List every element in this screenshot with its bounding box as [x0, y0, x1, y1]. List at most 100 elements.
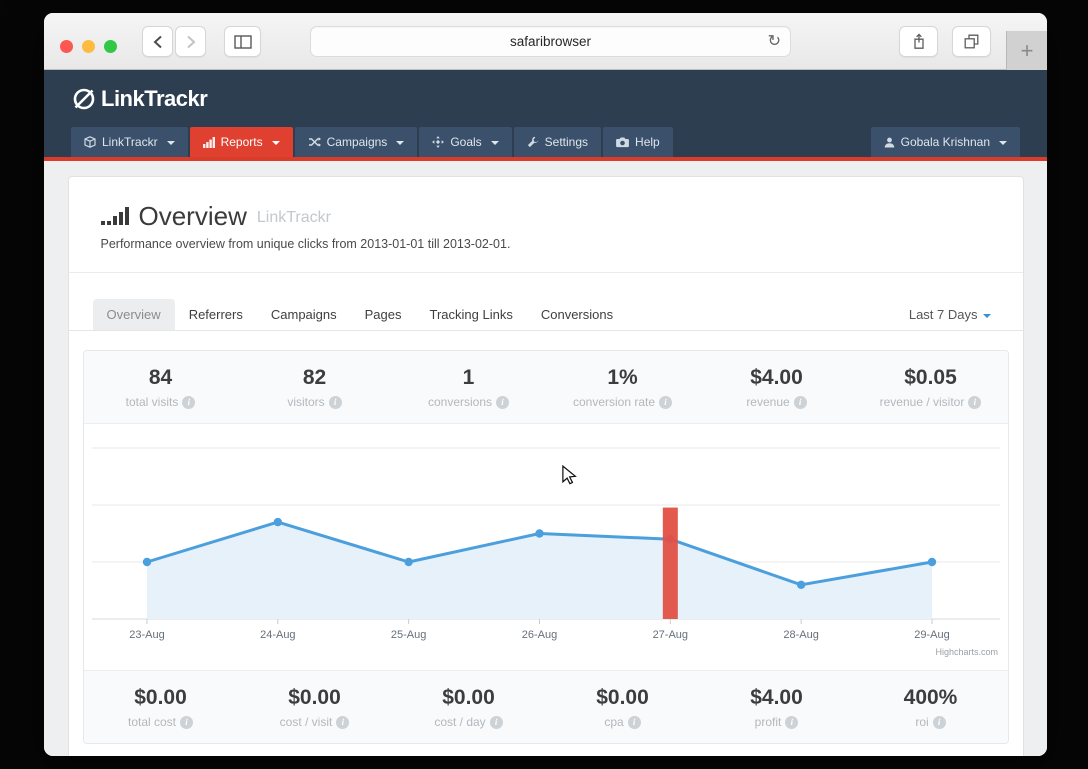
stat-value: $4.00 — [750, 686, 803, 709]
nav-item-help[interactable]: Help — [603, 127, 673, 157]
stat-profit: $4.00 profit i — [700, 686, 854, 729]
nav-item-label: Reports — [220, 135, 263, 149]
stat-label: total visits — [125, 395, 179, 409]
tab-referrers[interactable]: Referrers — [175, 299, 257, 330]
stat-value: 1 — [462, 366, 475, 389]
app-header: LinkTrackr — [44, 70, 1047, 127]
chevron-down-icon — [271, 141, 280, 145]
x-axis-label: 29-Aug — [914, 629, 949, 641]
minimize-window-button[interactable] — [82, 40, 95, 53]
info-icon[interactable]: i — [627, 715, 641, 729]
linktrackr-logo[interactable]: LinkTrackr — [71, 85, 208, 112]
share-icon — [913, 33, 924, 49]
stats-panel: 84 total visits i 82 visitors i 1 conversions i 1… — [82, 350, 1009, 744]
nav-item-linktrackr[interactable]: LinkTrackr — [71, 127, 188, 157]
stat-value: $0.00 — [596, 686, 649, 709]
zoom-window-button[interactable] — [104, 40, 117, 53]
plus-icon: + — [1020, 37, 1034, 63]
stat-label: roi — [915, 715, 929, 729]
tab-campaigns[interactable]: Campaigns — [257, 299, 351, 330]
nav-item-label: Help — [635, 135, 660, 149]
goals-icon — [432, 136, 445, 148]
stat-cost-day: $0.00 cost / day i — [392, 686, 546, 729]
tab-pages[interactable]: Pages — [351, 299, 416, 330]
share-button[interactable] — [899, 26, 938, 57]
info-icon[interactable]: i — [932, 715, 946, 729]
stat-value: $0.00 — [288, 686, 341, 709]
tabs-icon — [964, 34, 979, 49]
close-window-button[interactable] — [60, 40, 73, 53]
stat-label: conversions — [427, 395, 493, 409]
tab-overview-button[interactable] — [952, 26, 991, 57]
stat-label: cost / day — [434, 715, 486, 729]
stat-value: 1% — [607, 366, 638, 389]
info-icon[interactable]: i — [489, 715, 503, 729]
tab-bar: Overview Referrers Campaigns Pages Tracking … — [68, 273, 1023, 331]
nav-item-goals[interactable]: Goals — [419, 127, 512, 157]
logo-text: LinkTrackr — [101, 85, 208, 111]
info-icon[interactable]: i — [328, 395, 342, 409]
stat-label: cpa — [604, 715, 624, 729]
highcharts-credit[interactable]: Highcharts.com — [935, 647, 998, 657]
bar-chart-icon — [100, 207, 129, 229]
visits-chart: 23-Aug 24-Aug 25-Aug 26-Aug 27-Aug 28-Aug 29-A… — [83, 424, 1008, 670]
stat-conversion-rate: 1% conversion rate i — [546, 366, 700, 409]
stat-value: 400% — [903, 686, 958, 709]
tab-tracking-links[interactable]: Tracking Links — [416, 299, 527, 330]
x-axis-label: 24-Aug — [260, 629, 295, 641]
stat-revenue: $4.00 revenue i — [700, 366, 854, 409]
user-menu-label: Gobala Krishnan — [900, 135, 990, 149]
stats-row-bottom: $0.00 total cost i $0.00 cost / visit i $0.00 c… — [83, 670, 1008, 743]
info-icon[interactable]: i — [182, 395, 196, 409]
info-icon[interactable]: i — [180, 715, 194, 729]
stat-value: 82 — [302, 366, 327, 389]
shuffle-icon — [308, 136, 321, 148]
sidebar-toggle-button[interactable] — [224, 26, 261, 57]
stat-revenue-visitor: $0.05 revenue / visitor i — [854, 366, 1008, 409]
page-title: Overview — [138, 201, 247, 231]
user-menu[interactable]: Gobala Krishnan — [870, 127, 1020, 157]
nav-item-reports[interactable]: Reports — [189, 127, 293, 157]
chevron-down-icon — [490, 141, 499, 145]
chevron-down-icon — [166, 141, 175, 145]
reload-icon[interactable]: ↻ — [768, 31, 781, 51]
address-bar-text: safaribrowser — [509, 34, 592, 49]
forward-button[interactable] — [175, 26, 206, 57]
nav-item-campaigns[interactable]: Campaigns — [294, 127, 418, 157]
page-title-suffix: LinkTrackr — [256, 209, 331, 226]
stat-roi: 400% roi i — [854, 686, 1008, 729]
desktop-background: safaribrowser ↻ + LinkTrackr LinkTrackr … — [0, 0, 1088, 769]
new-tab-button[interactable]: + — [1006, 31, 1047, 70]
stat-cost-visit: $0.00 cost / visit i — [238, 686, 392, 729]
nav-item-label: Settings — [544, 135, 589, 149]
chevron-down-icon — [982, 313, 991, 318]
sidebar-icon — [233, 34, 252, 49]
x-axis-label: 26-Aug — [521, 629, 556, 641]
main-nav: LinkTrackr Reports Campaigns Goals Settings H… — [44, 127, 1047, 161]
chevron-down-icon — [396, 141, 405, 145]
tab-overview[interactable]: Overview — [92, 299, 175, 330]
stat-value: $4.00 — [750, 366, 803, 389]
address-bar[interactable]: safaribrowser ↻ — [310, 26, 791, 57]
info-icon[interactable]: i — [793, 395, 807, 409]
info-icon[interactable]: i — [659, 395, 673, 409]
stat-value: $0.05 — [904, 366, 957, 389]
back-button[interactable] — [142, 26, 173, 57]
info-icon[interactable]: i — [496, 395, 510, 409]
stat-visitors: 82 visitors i — [238, 366, 392, 409]
stat-label: profit — [754, 715, 782, 729]
browser-window: safaribrowser ↻ + LinkTrackr LinkTrackr … — [44, 13, 1047, 756]
stat-label: total cost — [127, 715, 177, 729]
stat-value: $0.00 — [134, 686, 187, 709]
stat-conversions: 1 conversions i — [392, 366, 546, 409]
content-card: Overview LinkTrackr Performance overview… — [67, 176, 1024, 756]
nav-item-settings[interactable]: Settings — [513, 127, 602, 157]
info-icon[interactable]: i — [336, 715, 350, 729]
info-icon[interactable]: i — [785, 715, 799, 729]
chevron-left-icon — [153, 35, 162, 48]
date-range-dropdown[interactable]: Last 7 Days — [909, 307, 991, 330]
bar-chart-icon — [202, 136, 215, 148]
stat-total-cost: $0.00 total cost i — [84, 686, 238, 729]
tab-conversions[interactable]: Conversions — [527, 299, 627, 330]
info-icon[interactable]: i — [968, 395, 982, 409]
